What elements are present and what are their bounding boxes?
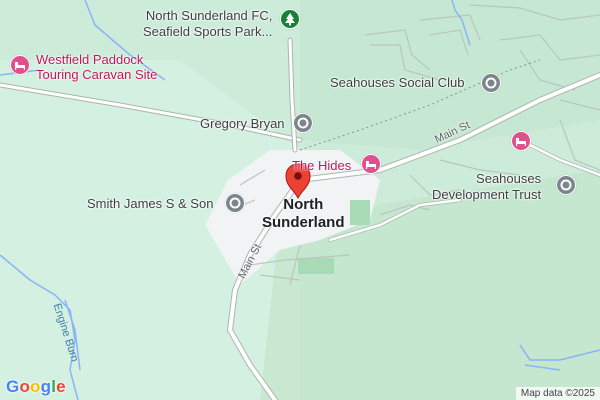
pin-icon[interactable] bbox=[556, 175, 576, 195]
google-logo[interactable]: Google bbox=[6, 377, 66, 397]
bed-icon[interactable] bbox=[361, 154, 381, 174]
map-attribution[interactable]: Map data ©2025 bbox=[515, 387, 600, 400]
poi-the-hides[interactable]: The Hides bbox=[292, 158, 351, 173]
poi-caravan-line2: Touring Caravan Site bbox=[36, 67, 158, 82]
pin-icon[interactable] bbox=[481, 73, 501, 93]
poi-football-club[interactable]: North Sunderland FC, Seafield Sports Par… bbox=[143, 8, 272, 40]
park-patch bbox=[298, 258, 334, 274]
place-label-line2: Sunderland bbox=[262, 214, 345, 231]
logo-letter: g bbox=[40, 377, 52, 396]
pin-icon[interactable] bbox=[293, 113, 313, 133]
bed-icon[interactable] bbox=[10, 55, 30, 75]
pin-icon[interactable] bbox=[225, 193, 245, 213]
place-label: North Sunderland bbox=[262, 196, 345, 232]
tree-icon[interactable] bbox=[280, 9, 300, 29]
poi-dev-trust-line1: Seahouses bbox=[476, 171, 542, 186]
logo-letter: o bbox=[30, 377, 41, 396]
logo-letter: o bbox=[19, 377, 31, 396]
poi-caravan-site[interactable]: Westfield Paddock Touring Caravan Site bbox=[36, 52, 157, 82]
park-patch bbox=[350, 200, 370, 225]
poi-gregory-bryan[interactable]: Gregory Bryan bbox=[200, 116, 285, 131]
logo-letter: e bbox=[56, 377, 66, 396]
bed-icon[interactable] bbox=[511, 131, 531, 151]
poi-dev-trust-line2: Development Trust bbox=[432, 187, 542, 202]
poi-caravan-line1: Westfield Paddock bbox=[36, 52, 144, 67]
poi-development-trust[interactable]: Seahouses Development Trust bbox=[432, 171, 541, 203]
poi-smith-james[interactable]: Smith James S & Son bbox=[87, 196, 213, 211]
poi-football-line1: North Sunderland FC, bbox=[145, 8, 273, 23]
place-label-line1: North bbox=[283, 196, 324, 213]
poi-social-club[interactable]: Seahouses Social Club bbox=[330, 75, 464, 90]
poi-football-line2: Seafield Sports Park... bbox=[143, 24, 273, 39]
logo-letter: G bbox=[6, 377, 20, 396]
map-view[interactable]: North Sunderland North Sunderland FC, Se… bbox=[0, 0, 600, 400]
